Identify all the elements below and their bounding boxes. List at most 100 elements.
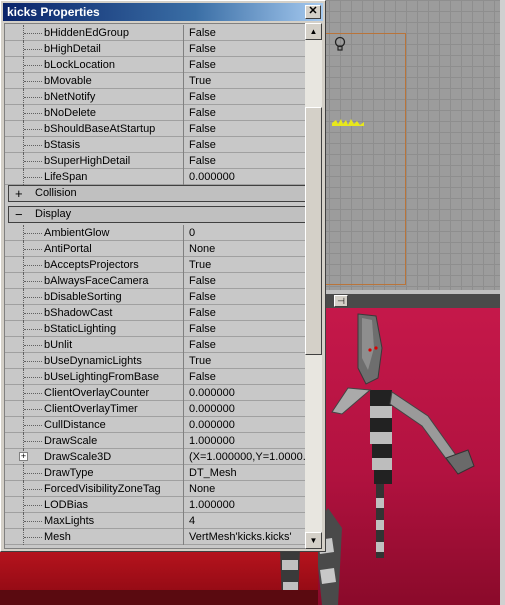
property-row[interactable]: DrawScale 1.000000 [5,433,305,449]
column-divider[interactable] [183,305,184,321]
property-row[interactable]: bAlwaysFaceCamera False [5,273,305,289]
property-row[interactable]: ClientOverlayTimer 0.000000 [5,401,305,417]
property-value[interactable]: None [189,241,305,257]
property-value[interactable]: 0.000000 [189,385,305,401]
property-value[interactable]: DT_Mesh [189,465,305,481]
property-value[interactable]: 0.000000 [189,169,305,185]
property-value[interactable]: 1.000000 [189,497,305,513]
property-row[interactable]: AntiPortal None [5,241,305,257]
collapse-minus-icon[interactable]: − [15,207,23,222]
column-divider[interactable] [183,513,184,529]
column-divider[interactable] [183,353,184,369]
property-row[interactable]: bStasis False [5,137,305,153]
property-row[interactable]: bUnlit False [5,337,305,353]
title-bar[interactable]: kicks Properties ✕ [3,3,323,21]
column-divider[interactable] [183,25,184,41]
property-value[interactable]: False [189,25,305,41]
property-row[interactable]: bAcceptsProjectors True [5,257,305,273]
perspective-viewport[interactable] [318,308,505,605]
property-row[interactable]: bDisableSorting False [5,289,305,305]
property-row[interactable]: bNetNotify False [5,89,305,105]
property-value[interactable]: 1.000000 [189,433,305,449]
properties-window[interactable]: kicks Properties ✕ bHiddenEdGroup False bH… [0,0,326,552]
property-value[interactable]: False [189,289,305,305]
property-value[interactable]: 0.000000 [189,417,305,433]
property-value[interactable]: False [189,121,305,137]
property-value[interactable]: False [189,305,305,321]
column-divider[interactable] [183,321,184,337]
property-row[interactable]: ClientOverlayCounter 0.000000 [5,385,305,401]
vertical-scrollbar[interactable]: ▲ ▼ [305,23,322,549]
property-row[interactable]: CullDistance 0.000000 [5,417,305,433]
property-value[interactable]: False [189,321,305,337]
property-value[interactable]: None [189,481,305,497]
property-value[interactable]: 0.000000 [189,401,305,417]
property-row[interactable]: bShouldBaseAtStartup False [5,121,305,137]
property-value[interactable]: False [189,153,305,169]
column-divider[interactable] [183,401,184,417]
column-divider[interactable] [183,225,184,241]
category-display[interactable]: − Display [8,206,305,223]
column-divider[interactable] [183,169,184,185]
property-row[interactable]: bUseLightingFromBase False [5,369,305,385]
expand-plus-icon[interactable]: + [15,186,23,201]
column-divider[interactable] [183,257,184,273]
top-viewport[interactable] [318,0,505,290]
property-row[interactable]: bStaticLighting False [5,321,305,337]
column-divider[interactable] [183,73,184,89]
column-divider[interactable] [183,153,184,169]
column-divider[interactable] [183,273,184,289]
property-row[interactable]: LifeSpan 0.000000 [5,169,305,185]
property-row[interactable]: DrawType DT_Mesh [5,465,305,481]
property-value[interactable]: False [189,105,305,121]
column-divider[interactable] [183,289,184,305]
property-row[interactable]: LODBias 1.000000 [5,497,305,513]
property-row[interactable]: Mesh VertMesh'kicks.kicks' [5,529,305,545]
column-divider[interactable] [183,417,184,433]
actor-mesh-icon[interactable] [332,117,364,127]
property-row[interactable]: bHighDetail False [5,41,305,57]
column-divider[interactable] [183,433,184,449]
column-divider[interactable] [183,385,184,401]
property-value[interactable]: 0 [189,225,305,241]
scroll-thumb[interactable] [305,107,322,355]
property-row[interactable]: + DrawScale3D (X=1.000000,Y=1.0000... [5,449,305,465]
column-divider[interactable] [183,89,184,105]
scroll-up-button[interactable]: ▲ [305,23,322,40]
property-row[interactable]: bHiddenEdGroup False [5,25,305,41]
property-value[interactable]: (X=1.000000,Y=1.0000... [189,449,305,465]
property-row[interactable]: bSuperHighDetail False [5,153,305,169]
property-row[interactable]: ForcedVisibilityZoneTag None [5,481,305,497]
property-value[interactable]: False [189,337,305,353]
column-divider[interactable] [183,337,184,353]
property-value[interactable]: False [189,137,305,153]
column-divider[interactable] [183,529,184,545]
property-value[interactable]: False [189,57,305,73]
property-value[interactable]: False [189,273,305,289]
category-collision[interactable]: + Collision [8,185,305,202]
property-value[interactable]: VertMesh'kicks.kicks' [189,529,305,545]
property-row[interactable]: bNoDelete False [5,105,305,121]
property-row[interactable]: bShadowCast False [5,305,305,321]
column-divider[interactable] [183,449,184,465]
column-divider[interactable] [183,465,184,481]
column-divider[interactable] [183,497,184,513]
column-divider[interactable] [183,105,184,121]
property-value[interactable]: False [189,89,305,105]
column-divider[interactable] [183,121,184,137]
viewport-pin-button[interactable]: ⊣ [334,295,348,307]
property-value[interactable]: True [189,353,305,369]
property-row[interactable]: MaxLights 4 [5,513,305,529]
property-value[interactable]: False [189,369,305,385]
property-row[interactable]: bUseDynamicLights True [5,353,305,369]
column-divider[interactable] [183,241,184,257]
column-divider[interactable] [183,41,184,57]
scroll-down-button[interactable]: ▼ [305,532,322,549]
property-row[interactable]: bLockLocation False [5,57,305,73]
column-divider[interactable] [183,137,184,153]
property-value[interactable]: 4 [189,513,305,529]
property-value[interactable]: True [189,73,305,89]
property-value[interactable]: False [189,41,305,57]
property-row[interactable]: bMovable True [5,73,305,89]
property-value[interactable]: True [189,257,305,273]
